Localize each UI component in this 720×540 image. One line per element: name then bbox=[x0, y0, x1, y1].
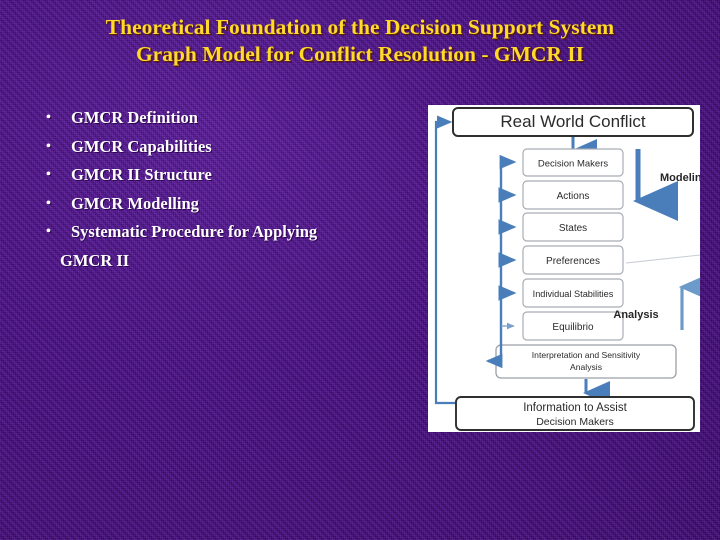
header-box-label: Real World Conflict bbox=[500, 112, 645, 131]
list-item: • GMCR Capabilities bbox=[46, 133, 416, 162]
bullet-label: GMCR II Structure bbox=[71, 165, 212, 185]
stage-box-label: Decision Makers bbox=[538, 159, 608, 170]
list-item: • GMCR Modelling bbox=[46, 190, 416, 219]
interpretation-sensitivity-box: Interpretation and Sensitivity Analysis bbox=[495, 344, 677, 379]
bullet-label: GMCR Definition bbox=[71, 108, 198, 127]
page-title: Theoretical Foundation of the Decision S… bbox=[10, 14, 710, 68]
footer-box-label-line-2: Decision Makers bbox=[536, 416, 614, 428]
footer-box-label-line-1: Information to Assist bbox=[523, 402, 627, 414]
stage-box-label: States bbox=[559, 223, 587, 234]
bullet-label: Systematic Procedure for Applying bbox=[71, 222, 318, 242]
title-line-1: Theoretical Foundation of the Decision S… bbox=[105, 15, 615, 39]
bullet-label: GMCR Modelling bbox=[71, 193, 199, 213]
wide-box-label-line-2: Analysis bbox=[570, 362, 602, 372]
bullet-continuation-text: GMCR II bbox=[60, 250, 130, 270]
wide-box-label-line-1: Interpretation and Sensitivity bbox=[532, 350, 641, 360]
stage-box-label: Actions bbox=[557, 191, 590, 202]
bullet-marker-icon: • bbox=[46, 138, 51, 154]
title-line-2: Graph Model for Conflict Resolution - GM… bbox=[135, 42, 585, 66]
bullet-marker-icon: • bbox=[46, 195, 51, 211]
side-label-modeling: Modeling bbox=[660, 172, 700, 184]
bullet-marker-icon: • bbox=[46, 167, 51, 183]
bullet-list: • GMCR Definition • GMCR Capabilities • … bbox=[46, 104, 416, 276]
stage-box-label: Equilibrio bbox=[552, 322, 594, 333]
list-item: • GMCR Definition bbox=[46, 104, 416, 133]
bullet-marker-icon: • bbox=[46, 110, 51, 125]
stage-box-label: Individual Stabilities bbox=[533, 289, 614, 299]
list-item: • Systematic Procedure for Applying bbox=[46, 218, 416, 247]
bullet-label: GMCR Capabilities bbox=[71, 136, 212, 156]
slide-canvas: Theoretical Foundation of the Decision S… bbox=[0, 0, 720, 540]
side-label-analysis: Analysis bbox=[613, 309, 658, 321]
header-box-real-world-conflict: Real World Conflict bbox=[452, 107, 694, 137]
gmcr-process-diagram: Real World Conflict Decision Makers Acti… bbox=[428, 105, 700, 432]
footer-box-information-to-assist: Information to Assist Decision Makers bbox=[455, 396, 695, 431]
stage-box-label: Preferences bbox=[546, 256, 600, 267]
list-item: • GMCR II Structure bbox=[46, 161, 416, 190]
bullet-marker-icon: • bbox=[46, 224, 51, 240]
